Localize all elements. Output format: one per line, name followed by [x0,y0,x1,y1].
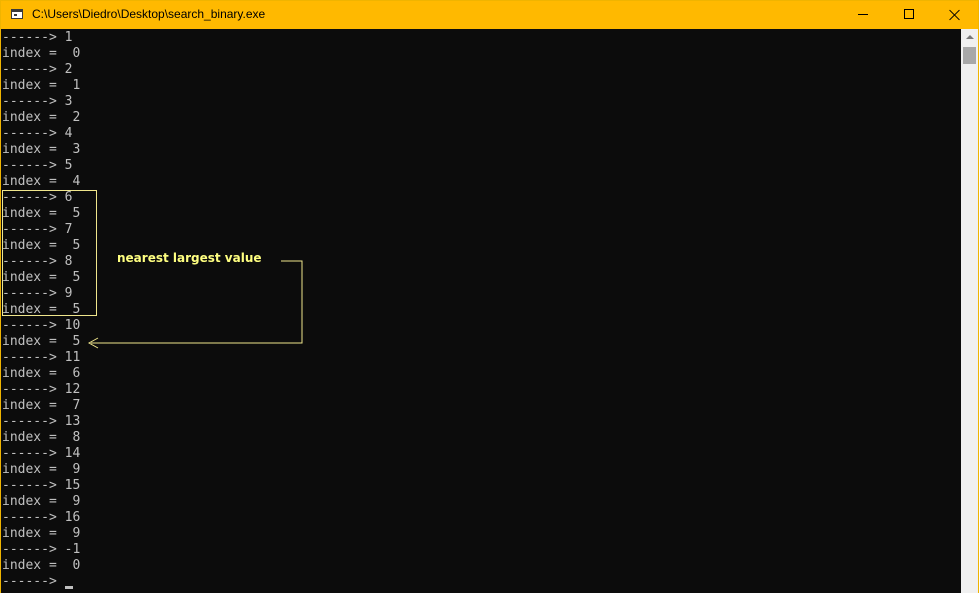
title-bar[interactable]: C:\Users\Diedro\Desktop\search_binary.ex… [1,1,978,29]
console-app-icon [11,9,23,19]
close-button[interactable] [932,1,978,29]
console-output[interactable]: ------> 1 index = 0 ------> 2 index = 1 ----… [1,29,961,593]
minimize-button[interactable] [840,1,886,29]
window-title: C:\Users\Diedro\Desktop\search_binary.ex… [32,7,266,21]
close-icon [949,9,961,21]
scrollbar-thumb[interactable] [963,47,976,64]
maximize-icon [904,9,914,19]
console-window: C:\Users\Diedro\Desktop\search_binary.ex… [0,0,979,593]
minimize-icon [858,14,868,15]
maximize-button[interactable] [886,1,932,29]
vertical-scrollbar[interactable] [961,29,978,593]
annotation-arrow [87,260,303,349]
scroll-up-arrow-icon[interactable] [961,29,978,45]
